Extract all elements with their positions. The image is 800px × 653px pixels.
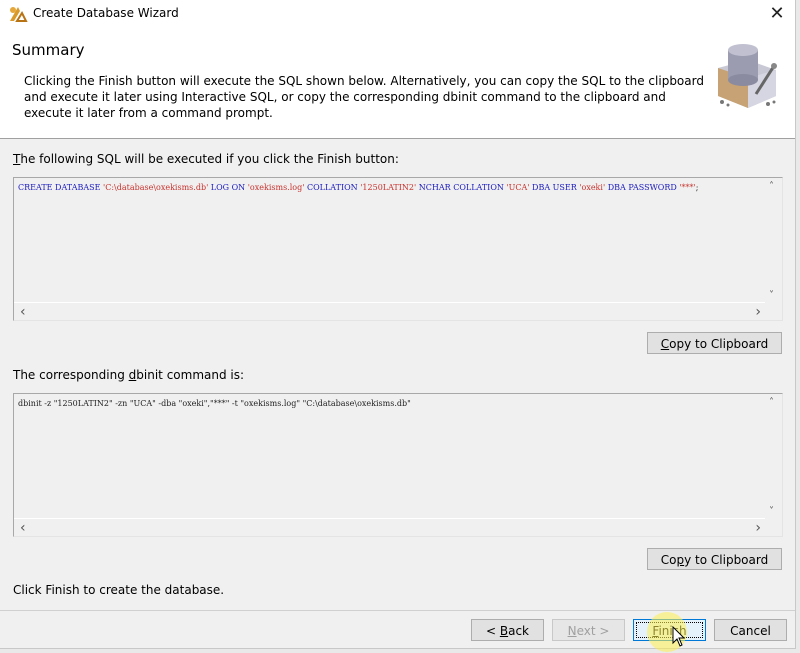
footer-divider [0, 610, 795, 611]
sql-keyword: COLLATION [304, 183, 361, 192]
sql-keyword: LOG ON [208, 183, 248, 192]
sql-section-label: The following SQL will be executed if yo… [13, 152, 399, 166]
sql-horizontal-scrollbar[interactable]: ‹ › [14, 302, 765, 320]
sql-keyword: DBA PASSWORD [605, 183, 680, 192]
scroll-up-icon[interactable]: ˄ [769, 181, 774, 192]
sql-string-literal: 'oxeki' [579, 183, 606, 192]
sql-string-literal: '1250LATIN2' [360, 183, 417, 192]
back-button[interactable]: < Back [471, 619, 544, 641]
cancel-button[interactable]: Cancel [714, 619, 787, 641]
next-button[interactable]: Next > [552, 619, 625, 641]
sql-string-literal: 'oxekisms.log' [247, 183, 305, 192]
dbinit-code-box[interactable]: dbinit -z "1250LATIN2" -zn "UCA" -dba "o… [13, 393, 783, 537]
dbinit-command-text: dbinit -z "1250LATIN2" -zn "UCA" -dba "o… [18, 399, 411, 408]
sql-code-text: CREATE DATABASE 'C:\database\oxekisms.db… [18, 182, 760, 193]
page-title: Summary [12, 41, 85, 59]
wizard-header: Summary Clicking the Finish button will … [0, 28, 795, 139]
copy-dbinit-to-clipboard-button[interactable]: Copy to Clipboard [647, 548, 782, 570]
copy-sql-to-clipboard-button[interactable]: Copy to Clipboard [647, 332, 782, 354]
sql-string-literal: 'C:\database\oxekisms.db' [103, 183, 209, 192]
sql-string-literal: 'UCA' [506, 183, 530, 192]
mouse-pointer-icon [672, 626, 686, 647]
dbinit-horizontal-scrollbar[interactable]: ‹ › [14, 518, 765, 536]
sql-string-literal: '***' [679, 183, 696, 192]
page-description: Clicking the Finish button will execute … [24, 74, 704, 120]
scroll-left-icon[interactable]: ‹ [20, 520, 26, 536]
sql-keyword: DBA USER [529, 183, 580, 192]
sql-keyword: CREATE DATABASE [18, 183, 103, 192]
scroll-up-icon[interactable]: ˄ [769, 397, 774, 408]
dbinit-section-label: The corresponding dbinit command is: [13, 368, 245, 382]
sybase-app-icon [10, 7, 28, 22]
database-wizard-icon [718, 44, 777, 108]
scroll-right-icon[interactable]: › [755, 304, 761, 320]
scroll-left-icon[interactable]: ‹ [20, 304, 26, 320]
sql-code-box[interactable]: CREATE DATABASE 'C:\database\oxekisms.db… [13, 177, 783, 321]
sql-vertical-scrollbar[interactable]: ˄ ˅ [765, 178, 782, 303]
close-icon[interactable]: ✕ [765, 2, 789, 26]
sql-punctuation: ; [695, 183, 699, 192]
window-title: Create Database Wizard [33, 6, 179, 20]
scroll-down-icon[interactable]: ˅ [769, 290, 774, 301]
dbinit-vertical-scrollbar[interactable]: ˄ ˅ [765, 394, 782, 519]
create-database-wizard-dialog: Create Database Wizard ✕ Summary Clickin… [0, 0, 796, 652]
scroll-down-icon[interactable]: ˅ [769, 506, 774, 517]
finish-hint: Click Finish to create the database. [13, 583, 225, 597]
sql-keyword: NCHAR COLLATION [416, 183, 507, 192]
title-bar: Create Database Wizard ✕ [0, 0, 795, 28]
scroll-right-icon[interactable]: › [755, 520, 761, 536]
